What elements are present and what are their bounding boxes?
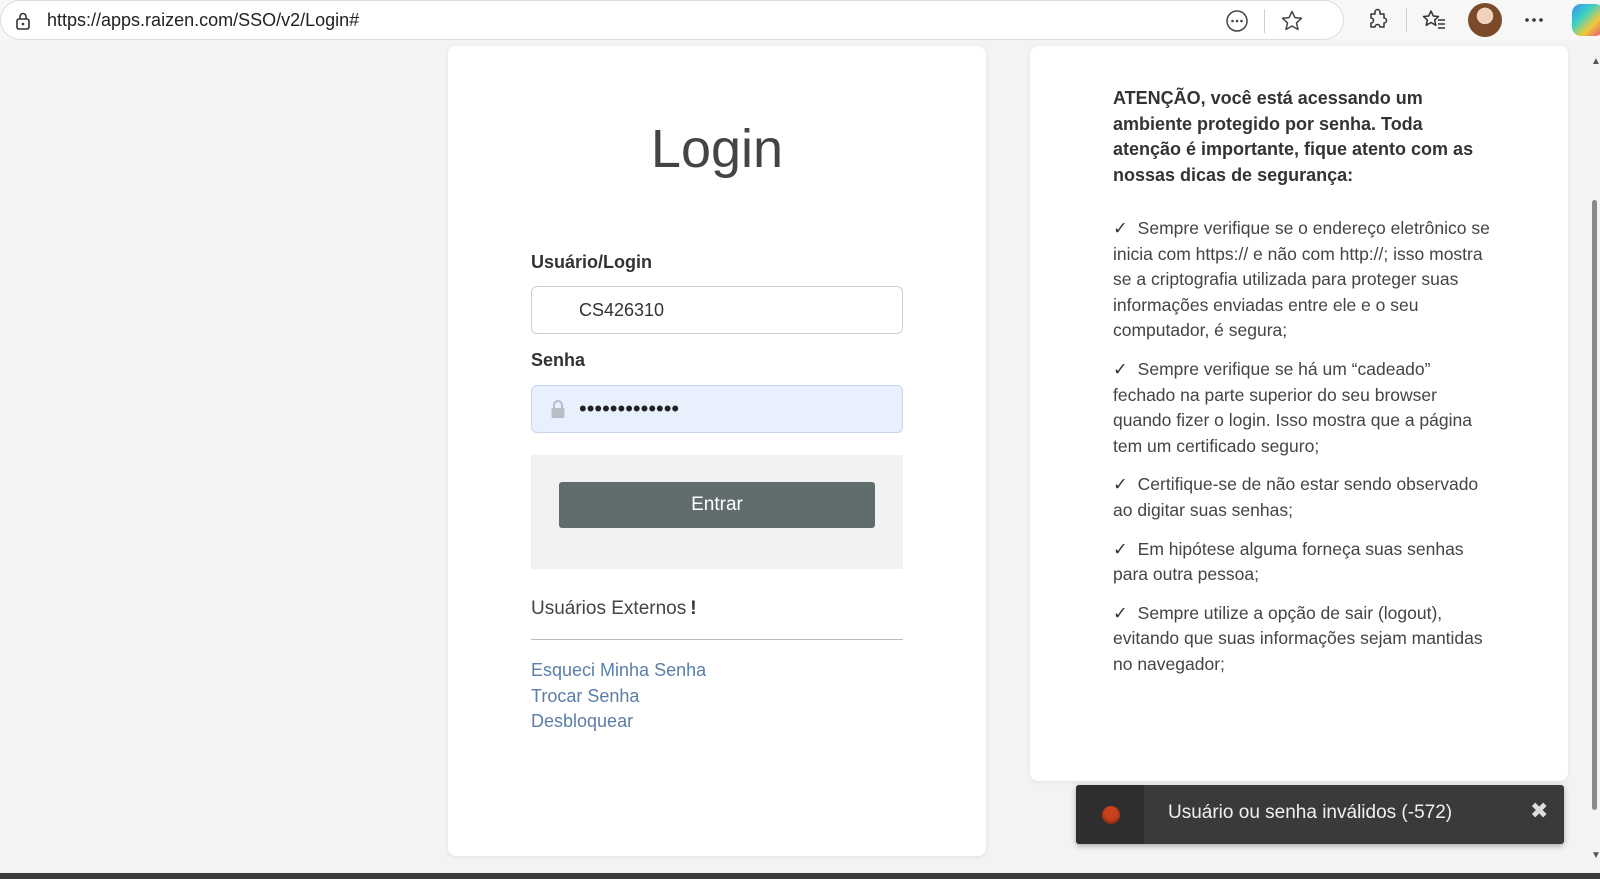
avatar[interactable] bbox=[1468, 3, 1502, 37]
tip-text: Sempre verifique se há um “cadeado” fech… bbox=[1113, 358, 1472, 456]
username-label: Usuário/Login bbox=[531, 252, 652, 272]
scrollbar[interactable] bbox=[1588, 40, 1600, 879]
tip-text: Em hipótese alguma forneça suas senhas p… bbox=[1113, 538, 1464, 585]
scrollbar-thumb[interactable] bbox=[1592, 200, 1597, 810]
security-tips-list: ✓ Sempre verifique se o endereço eletrôni… bbox=[1113, 216, 1493, 691]
tip-text: Sempre utilize a opção de sair (logout),… bbox=[1113, 602, 1483, 674]
toast-message: Usuário ou senha inválidos (-572) bbox=[1168, 802, 1453, 823]
more-icon[interactable] bbox=[1518, 4, 1550, 36]
toolbar-divider bbox=[1406, 8, 1407, 32]
address-bar[interactable]: https://apps.raizen.com/SSO/v2/Login# bbox=[0, 0, 1344, 40]
star-icon[interactable] bbox=[1278, 7, 1306, 35]
password-label: Senha bbox=[531, 350, 586, 370]
password-field[interactable]: ••••••••••••• bbox=[531, 385, 903, 433]
toast-status-area bbox=[1076, 785, 1144, 844]
copilot-icon[interactable] bbox=[1572, 4, 1600, 36]
divider bbox=[531, 639, 903, 640]
tip-text: Sempre verifique se o endereço eletrônic… bbox=[1113, 218, 1490, 341]
browser-toolbar: https://apps.raizen.com/SSO/v2/Login# bbox=[0, 0, 1600, 40]
check-icon: ✓ bbox=[1113, 474, 1128, 495]
taskbar-edge bbox=[0, 873, 1600, 879]
scroll-up-icon[interactable]: ▲ bbox=[1591, 56, 1600, 67]
change-password-link[interactable]: Trocar Senha bbox=[531, 686, 639, 707]
puzzle-icon[interactable] bbox=[1362, 4, 1394, 36]
unlock-account-link[interactable]: Desbloquear bbox=[531, 711, 633, 732]
check-icon: ✓ bbox=[1113, 538, 1128, 559]
lock-icon bbox=[550, 399, 566, 419]
entrar-button[interactable]: Entrar bbox=[559, 482, 875, 528]
list-item: ✓ Certifique-se de não estar sendo observ… bbox=[1113, 472, 1493, 523]
forgot-password-link[interactable]: Esqueci Minha Senha bbox=[531, 660, 706, 681]
login-card: Login Usuário/Login CS426310 Senha •••••… bbox=[448, 46, 986, 856]
external-users-heading: Usuários Externos! bbox=[531, 598, 697, 620]
username-field[interactable]: CS426310 bbox=[531, 286, 903, 334]
password-value: ••••••••••••• bbox=[579, 396, 680, 421]
security-info-card: ATENÇÃO, você está acessando um ambiente… bbox=[1030, 46, 1568, 781]
list-item: ✓ Sempre verifique se o endereço eletrôni… bbox=[1113, 216, 1493, 344]
error-toast: Usuário ou senha inválidos (-572) ✖ bbox=[1076, 785, 1564, 844]
error-dot-icon bbox=[1102, 806, 1120, 824]
tip-text: Certifique-se de não estar sendo observa… bbox=[1113, 474, 1479, 520]
list-item: ✓ Sempre utilize a opção de sair (logout)… bbox=[1113, 601, 1493, 678]
submit-area: Entrar bbox=[531, 455, 903, 569]
list-item: ✓ Em hipótese alguma forneça suas senhas … bbox=[1113, 537, 1493, 588]
check-icon: ✓ bbox=[1113, 602, 1128, 623]
toolbar-divider bbox=[1264, 9, 1265, 33]
check-icon: ✓ bbox=[1113, 218, 1128, 238]
url-text[interactable]: https://apps.raizen.com/SSO/v2/Login# bbox=[47, 10, 359, 31]
page-title: Login bbox=[650, 119, 784, 179]
close-icon[interactable]: ✖ bbox=[1530, 798, 1548, 824]
favorites-icon[interactable] bbox=[1418, 4, 1450, 36]
username-value: CS426310 bbox=[579, 300, 665, 320]
security-heading: ATENÇÃO, você está acessando um ambiente… bbox=[1113, 88, 1474, 185]
external-users-label: Usuários Externos bbox=[531, 598, 687, 619]
check-icon: ✓ bbox=[1113, 358, 1128, 379]
exclamation-icon: ! bbox=[690, 598, 697, 619]
reading-view-icon[interactable] bbox=[1223, 7, 1251, 35]
list-item: ✓ Sempre verifique se há um “cadeado” fec… bbox=[1113, 357, 1493, 459]
site-info-lock-icon[interactable] bbox=[13, 11, 33, 31]
scroll-down-icon[interactable]: ▼ bbox=[1591, 850, 1600, 861]
